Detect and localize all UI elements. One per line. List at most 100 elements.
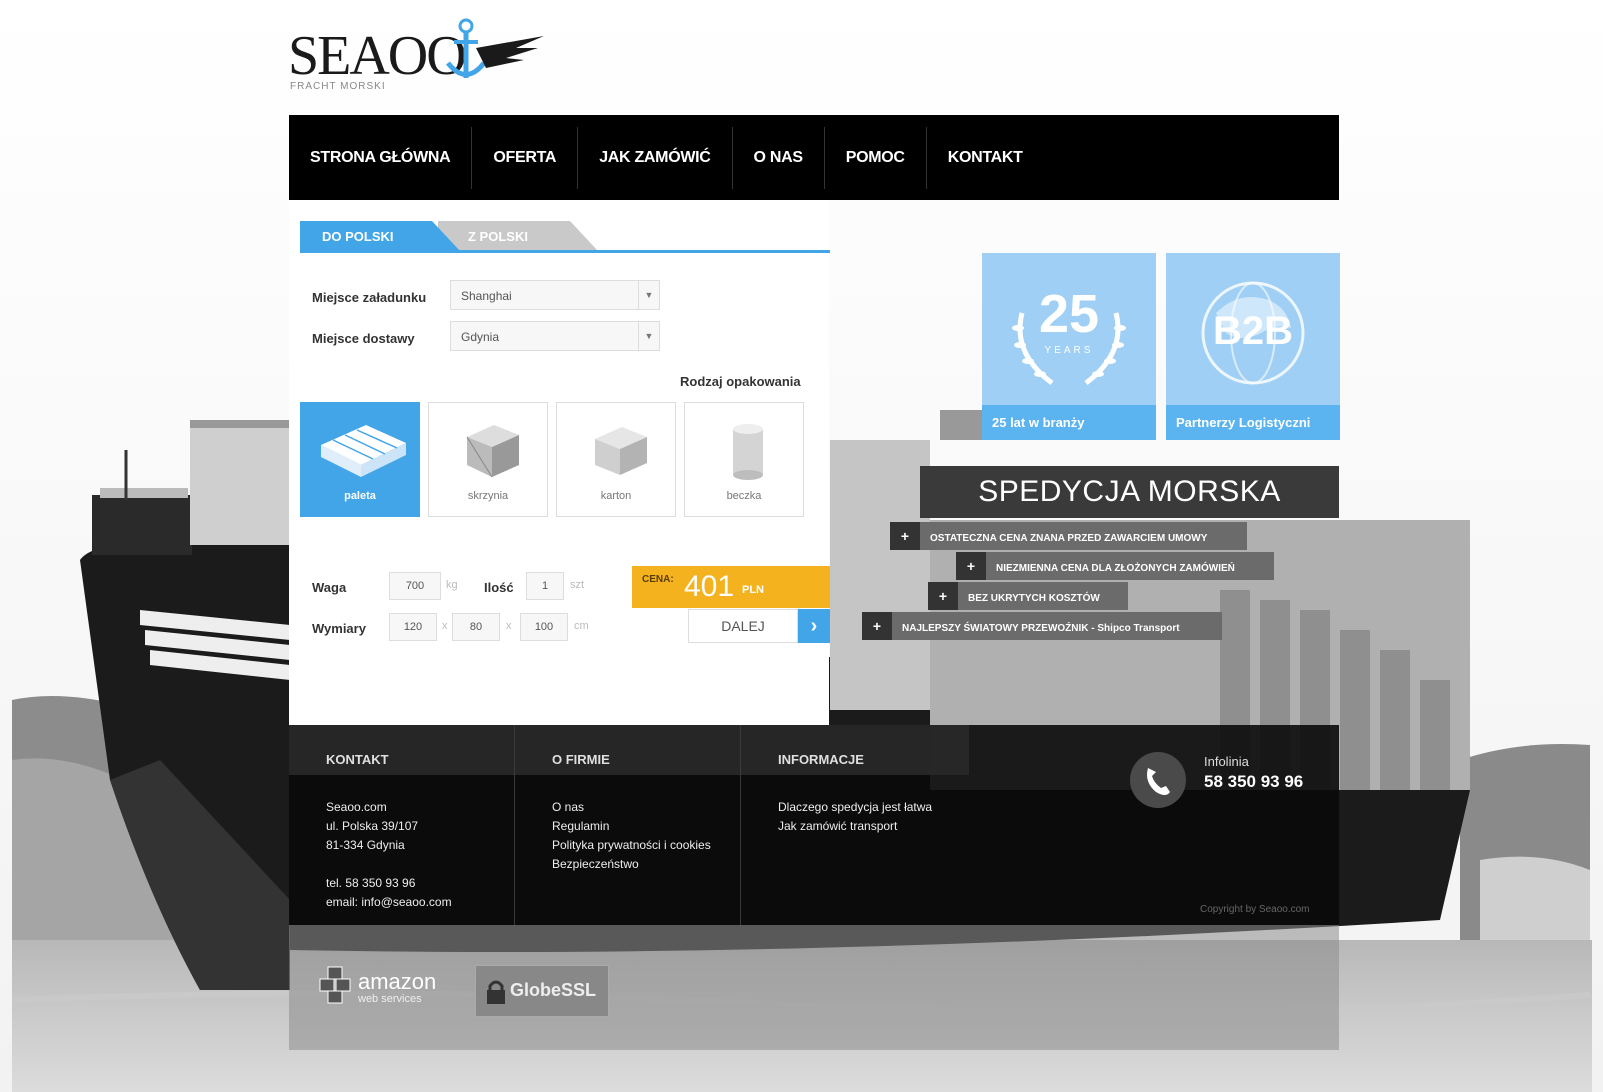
footer-info-title: INFORMACJE (778, 752, 864, 767)
dimension-separator: x (506, 620, 512, 632)
feature-text: NAJLEPSZY ŚWIATOWY PRZEWOŹNIK - Shipco T… (902, 623, 1180, 634)
globessl-badge[interactable]: GlobeSSL (475, 965, 609, 1017)
loading-place-select[interactable]: Shanghai ▼ (450, 280, 660, 310)
aws-cubes-icon (319, 966, 351, 1004)
delivery-place-value: Gdynia (461, 330, 500, 344)
footer-contact-line: 81-334 Gdynia (326, 838, 405, 852)
infolinia-label: Infolinia (1204, 754, 1249, 769)
years-number: 25 (1038, 284, 1100, 344)
footer-contact-line: tel. 58 350 93 96 (326, 876, 416, 890)
b2b-caption: Partnerzy Logistyczni (1166, 405, 1340, 440)
footer-link[interactable]: Jak zamówić transport (778, 817, 932, 836)
feature-text: BEZ UKRYTYCH KOSZTÓW (968, 593, 1100, 604)
delivery-place-label: Miejsce dostawy (312, 331, 415, 346)
copyright-text: Copyright by Seaoo.com (1200, 904, 1310, 915)
footer-contact-title: KONTAKT (326, 752, 389, 767)
footer-link[interactable]: Dlaczego spedycja jest łatwa (778, 798, 932, 817)
partners-band (289, 925, 1339, 1050)
quantity-label: Ilość (484, 580, 514, 595)
carton-label: karton (600, 490, 632, 502)
weight-input[interactable]: 700 (389, 572, 441, 600)
next-button[interactable]: DALEJ (688, 609, 798, 643)
dimension-width-input[interactable]: 80 (452, 613, 500, 641)
dimension-height-input[interactable]: 100 (520, 613, 568, 641)
dimensions-unit: cm (574, 620, 589, 632)
feature-text: NIEZMIENNA CENA DLA ZŁOŻONYCH ZAMÓWIEŃ (996, 563, 1235, 574)
pallet-icon (321, 425, 406, 477)
dimension-separator: x (442, 620, 448, 632)
logo-wordmark: SEAOO (288, 25, 467, 87)
b2b-text: B2B (1212, 309, 1294, 353)
footer-link[interactable]: Regulamin (552, 817, 711, 836)
crate-icon (466, 425, 519, 478)
footer-link[interactable]: Polityka prywatności i cookies (552, 836, 711, 855)
quantity-input[interactable]: 1 (526, 572, 564, 600)
footer-contact-line: Seaoo.com (326, 800, 387, 814)
plus-icon[interactable]: + (956, 552, 986, 580)
feature-item: + NAJLEPSZY ŚWIATOWY PRZEWOŹNIK - Shipco … (862, 612, 1222, 640)
nav-how-to-order[interactable]: JAK ZAMÓWIĆ (578, 126, 733, 189)
footer-divider (740, 725, 741, 925)
dropdown-arrow-icon: ▼ (638, 281, 659, 309)
feature-item: + OSTATECZNA CENA ZNANA PRZED ZAWARCIEM U… (890, 522, 1247, 550)
plus-icon[interactable]: + (890, 522, 920, 550)
dimension-length-input[interactable]: 120 (389, 613, 437, 641)
phone-icon (1130, 752, 1186, 808)
footer-link[interactable]: Bezpieczeństwo (552, 855, 711, 874)
infolinia-number[interactable]: 58 350 93 96 (1204, 772, 1303, 792)
price-currency: PLN (742, 584, 764, 596)
price-display: CENA: 401 PLN (632, 566, 830, 608)
badge-b2b[interactable]: B2B Partnerzy Logistyczni (1166, 253, 1340, 440)
tab-from-poland[interactable]: Z POLSKI (438, 221, 598, 251)
packaging-option-carton[interactable]: karton (556, 402, 676, 517)
nav-contact[interactable]: KONTAKT (927, 127, 1044, 189)
nav-home[interactable]: STRONA GŁÓWNA (289, 126, 473, 189)
years-word: YEARS (1044, 345, 1094, 356)
delivery-place-select[interactable]: Gdynia ▼ (450, 321, 660, 351)
anchor-icon (446, 18, 544, 78)
aws-subtitle: web services (358, 993, 422, 1005)
nav-help[interactable]: POMOC (825, 126, 927, 189)
weight-unit: kg (446, 579, 458, 591)
main-navigation: STRONA GŁÓWNA OFERTA JAK ZAMÓWIĆ O NAS P… (289, 115, 1339, 200)
barrel-label: beczka (726, 490, 762, 502)
packaging-type-label: Rodzaj opakowania (680, 374, 801, 389)
nav-offer[interactable]: OFERTA (472, 126, 579, 189)
pallet-label: paleta (344, 490, 376, 502)
globessl-text: GlobeSSL (510, 980, 597, 1000)
packaging-option-crate[interactable]: skrzynia (428, 402, 548, 517)
years-caption: 25 lat w branży (982, 405, 1156, 440)
feature-item: + BEZ UKRYTYCH KOSZTÓW (928, 582, 1128, 610)
price-label: CENA: (642, 574, 674, 585)
weight-label: Waga (312, 580, 347, 595)
site-logo[interactable]: SEAOO FRACHT MORSKI (288, 18, 548, 98)
footer-company-links: O nas Regulamin Polityka prywatności i c… (552, 798, 711, 874)
carton-icon (595, 427, 647, 475)
footer-info-links: Dlaczego spedycja jest łatwa Jak zamówić… (778, 798, 932, 836)
crate-label: skrzynia (467, 490, 509, 502)
footer-contact-spacer (326, 855, 452, 874)
tab-to-poland[interactable]: DO POLSKI (300, 221, 460, 251)
chevron-right-icon[interactable]: › (798, 609, 830, 643)
tab-from-poland-label: Z POLSKI (468, 229, 528, 244)
packaging-option-pallet[interactable]: paleta (300, 402, 420, 517)
price-value: 401 (684, 570, 735, 603)
packaging-option-barrel[interactable]: beczka (684, 402, 804, 517)
footer-link[interactable]: O nas (552, 798, 711, 817)
plus-icon[interactable]: + (862, 612, 892, 640)
tab-to-poland-label: DO POLSKI (322, 229, 394, 244)
feature-text: OSTATECZNA CENA ZNANA PRZED ZAWARCIEM UM… (930, 533, 1208, 544)
footer-contact-email[interactable]: email: info@seaoo.com (326, 893, 452, 912)
footer-divider (514, 725, 515, 925)
plus-icon[interactable]: + (928, 582, 958, 610)
badge-25-years[interactable]: 25 YEARS 25 lat w branży (982, 253, 1156, 440)
footer-company-title: O FIRMIE (552, 752, 610, 767)
loading-place-value: Shanghai (461, 289, 512, 303)
nav-about[interactable]: O NAS (733, 126, 825, 189)
dimensions-label: Wymiary (312, 621, 366, 636)
loading-place-label: Miejsce załadunku (312, 290, 427, 305)
feature-item: + NIEZMIENNA CENA DLA ZŁOŻONYCH ZAMÓWIEŃ (956, 552, 1274, 580)
footer-contact-list: Seaoo.com ul. Polska 39/107 81-334 Gdyni… (326, 798, 452, 912)
spedycja-heading: SPEDYCJA MORSKA (920, 466, 1339, 518)
padlock-icon (487, 980, 505, 1004)
